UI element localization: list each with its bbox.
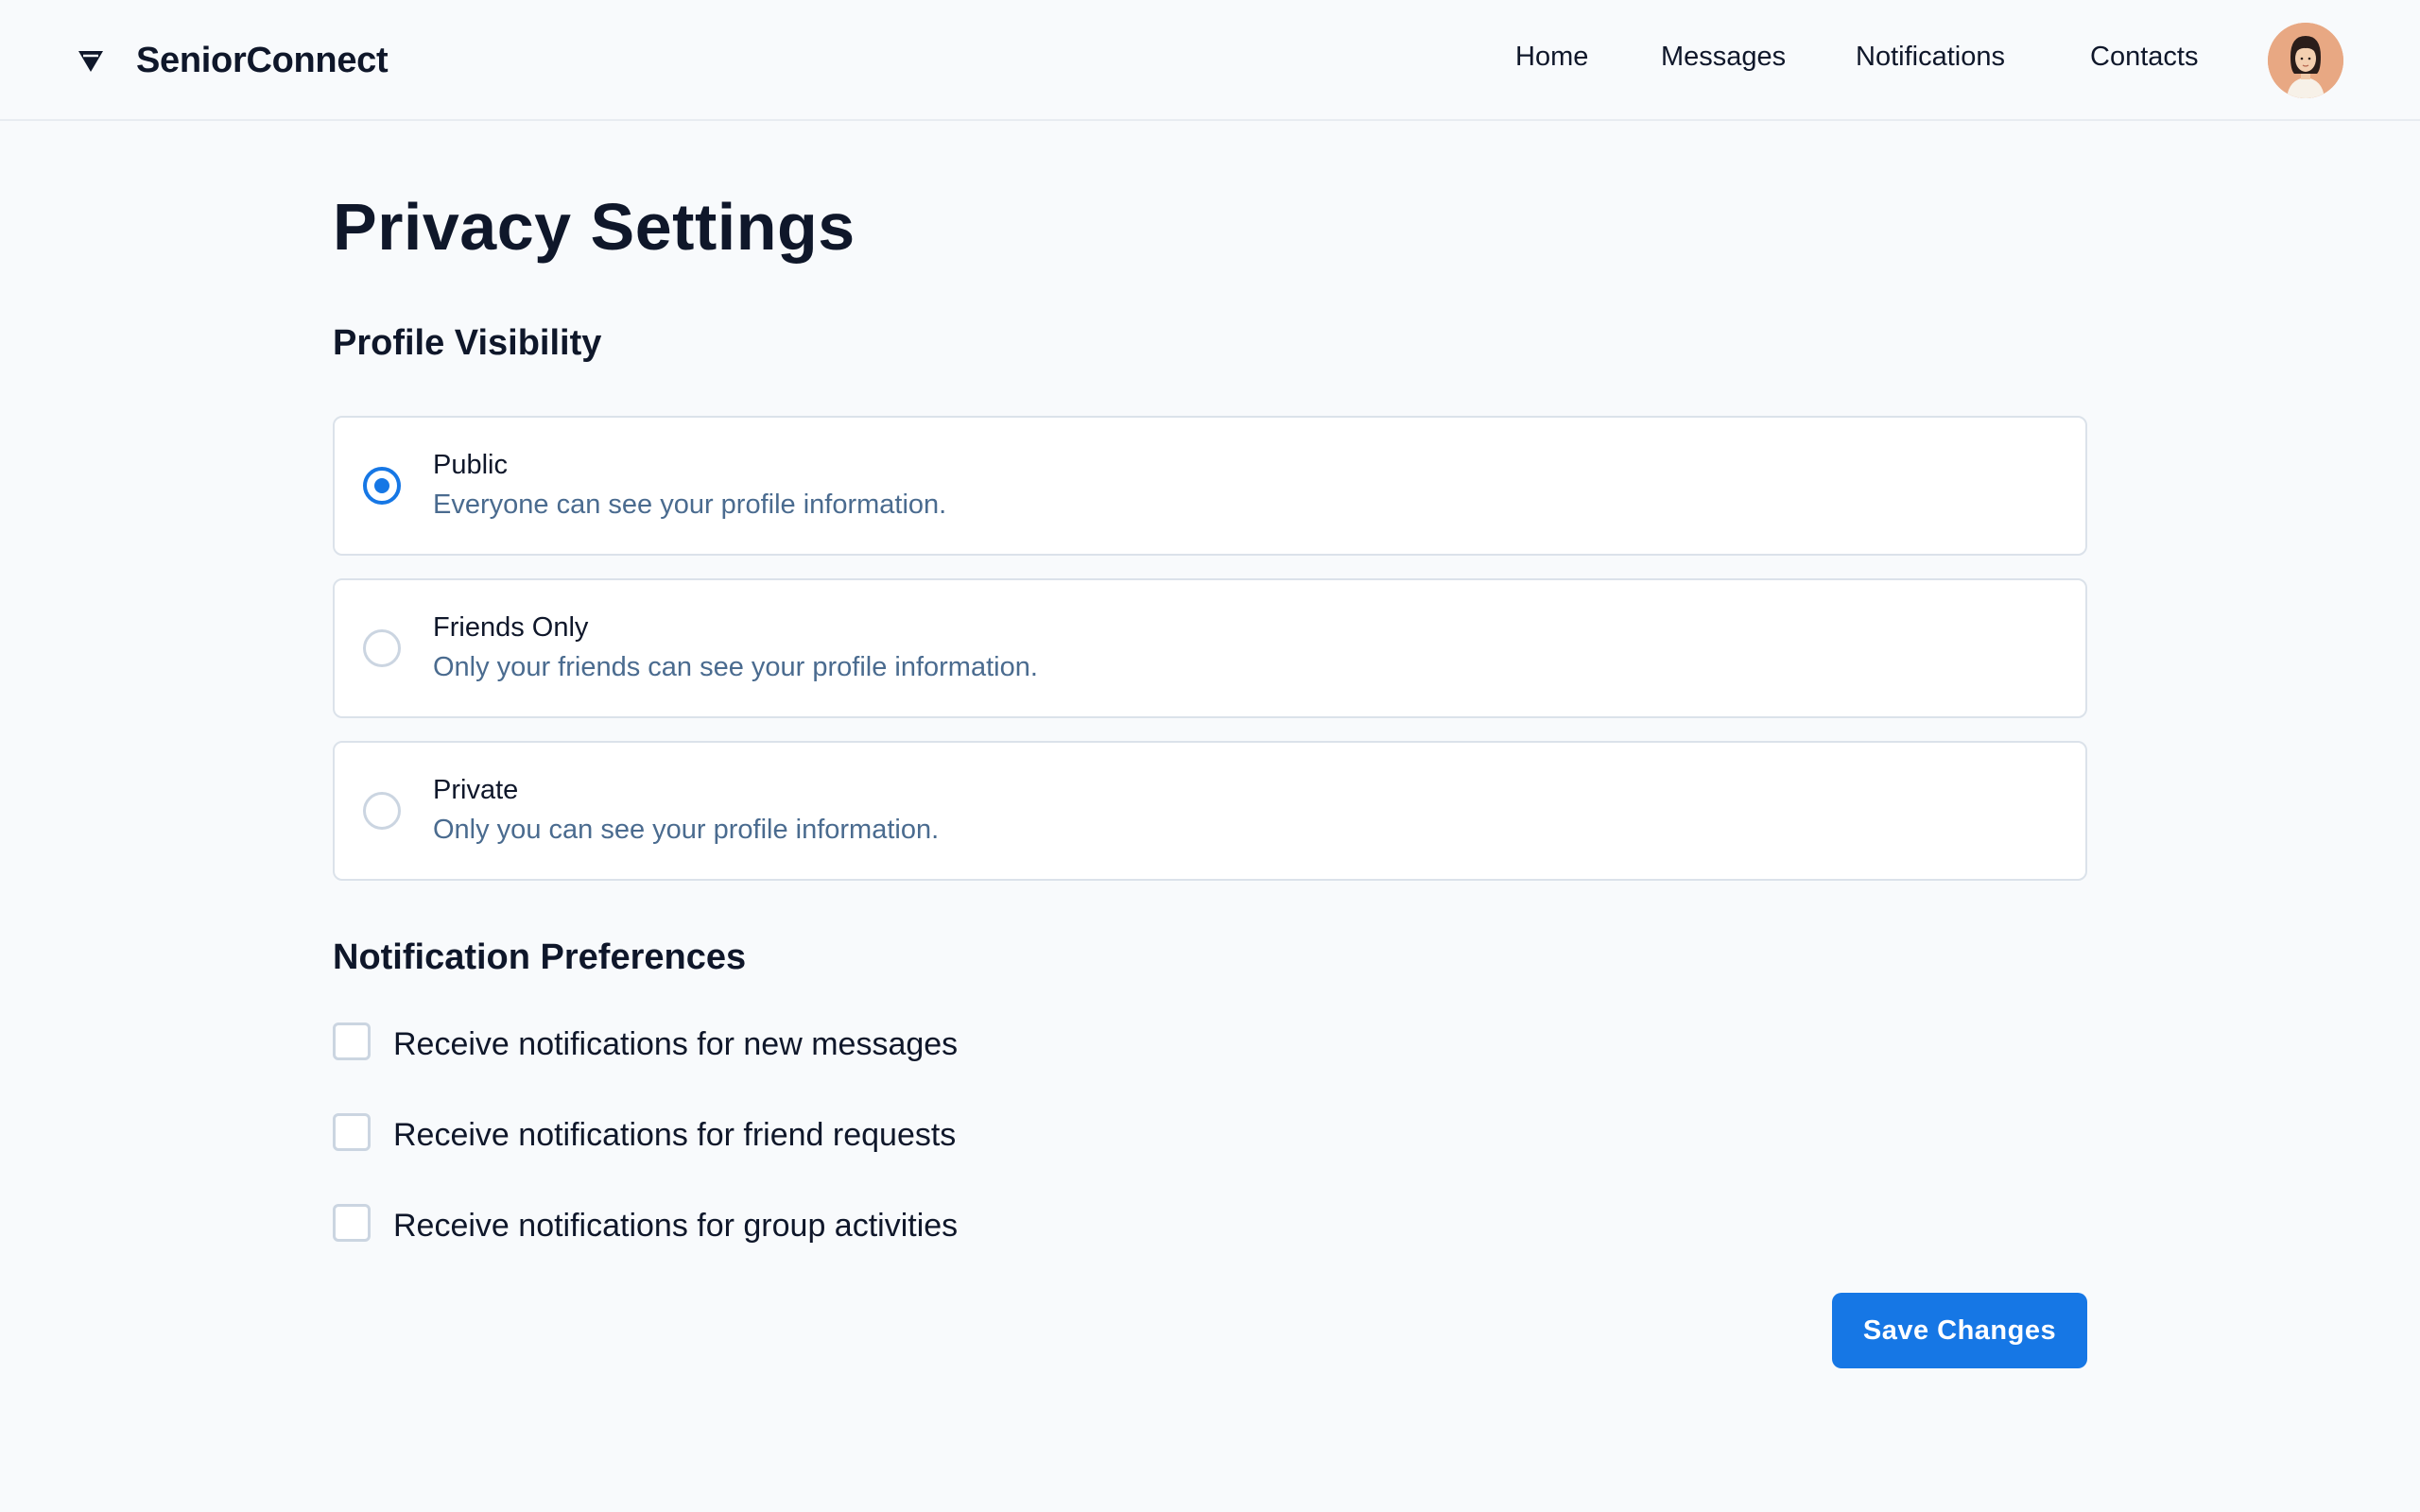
nav-notifications[interactable]: Notifications bbox=[1856, 42, 2005, 73]
checkbox-group-activities[interactable] bbox=[333, 1204, 371, 1242]
option-label: Private bbox=[433, 775, 519, 805]
option-description: Only you can see your profile informatio… bbox=[433, 815, 940, 845]
radio-public[interactable] bbox=[363, 467, 401, 505]
radio-private[interactable] bbox=[363, 792, 401, 830]
notify-friend-requests-row[interactable]: Receive notifications for friend request… bbox=[333, 1113, 957, 1153]
save-changes-button[interactable]: Save Changes bbox=[1832, 1293, 2087, 1368]
notification-preferences-heading: Notification Preferences bbox=[333, 937, 747, 977]
visibility-option-public[interactable]: Public Everyone can see your profile inf… bbox=[333, 416, 2087, 556]
radio-friends-only[interactable] bbox=[363, 629, 401, 667]
option-description: Everyone can see your profile informatio… bbox=[433, 490, 947, 520]
checkbox-new-messages[interactable] bbox=[333, 1022, 371, 1060]
diamond-logo-icon bbox=[76, 45, 106, 76]
nav-contacts[interactable]: Contacts bbox=[2090, 42, 2198, 73]
user-avatar[interactable] bbox=[2268, 23, 2343, 98]
option-label: Friends Only bbox=[433, 612, 589, 643]
brand-name: SeniorConnect bbox=[136, 40, 389, 80]
nav-messages[interactable]: Messages bbox=[1661, 42, 1786, 73]
notify-group-activities-row[interactable]: Receive notifications for group activiti… bbox=[333, 1204, 959, 1244]
checkbox-label: Receive notifications for new messages bbox=[393, 1025, 959, 1062]
option-description: Only your friends can see your profile i… bbox=[433, 652, 1038, 682]
visibility-option-private[interactable]: Private Only you can see your profile in… bbox=[333, 741, 2087, 881]
profile-visibility-heading: Profile Visibility bbox=[333, 323, 602, 363]
page-title: Privacy Settings bbox=[333, 190, 856, 264]
visibility-option-friends-only[interactable]: Friends Only Only your friends can see y… bbox=[333, 578, 2087, 718]
top-header: SeniorConnect Home Messages Notification… bbox=[0, 0, 2420, 121]
avatar-portrait-icon bbox=[2268, 23, 2343, 98]
notify-new-messages-row[interactable]: Receive notifications for new messages bbox=[333, 1022, 959, 1062]
checkbox-label: Receive notifications for group activiti… bbox=[393, 1207, 959, 1244]
nav-home[interactable]: Home bbox=[1515, 42, 1588, 73]
option-label: Public bbox=[433, 450, 508, 480]
brand[interactable]: SeniorConnect bbox=[76, 38, 389, 83]
checkbox-friend-requests[interactable] bbox=[333, 1113, 371, 1151]
checkbox-label: Receive notifications for friend request… bbox=[393, 1116, 957, 1153]
